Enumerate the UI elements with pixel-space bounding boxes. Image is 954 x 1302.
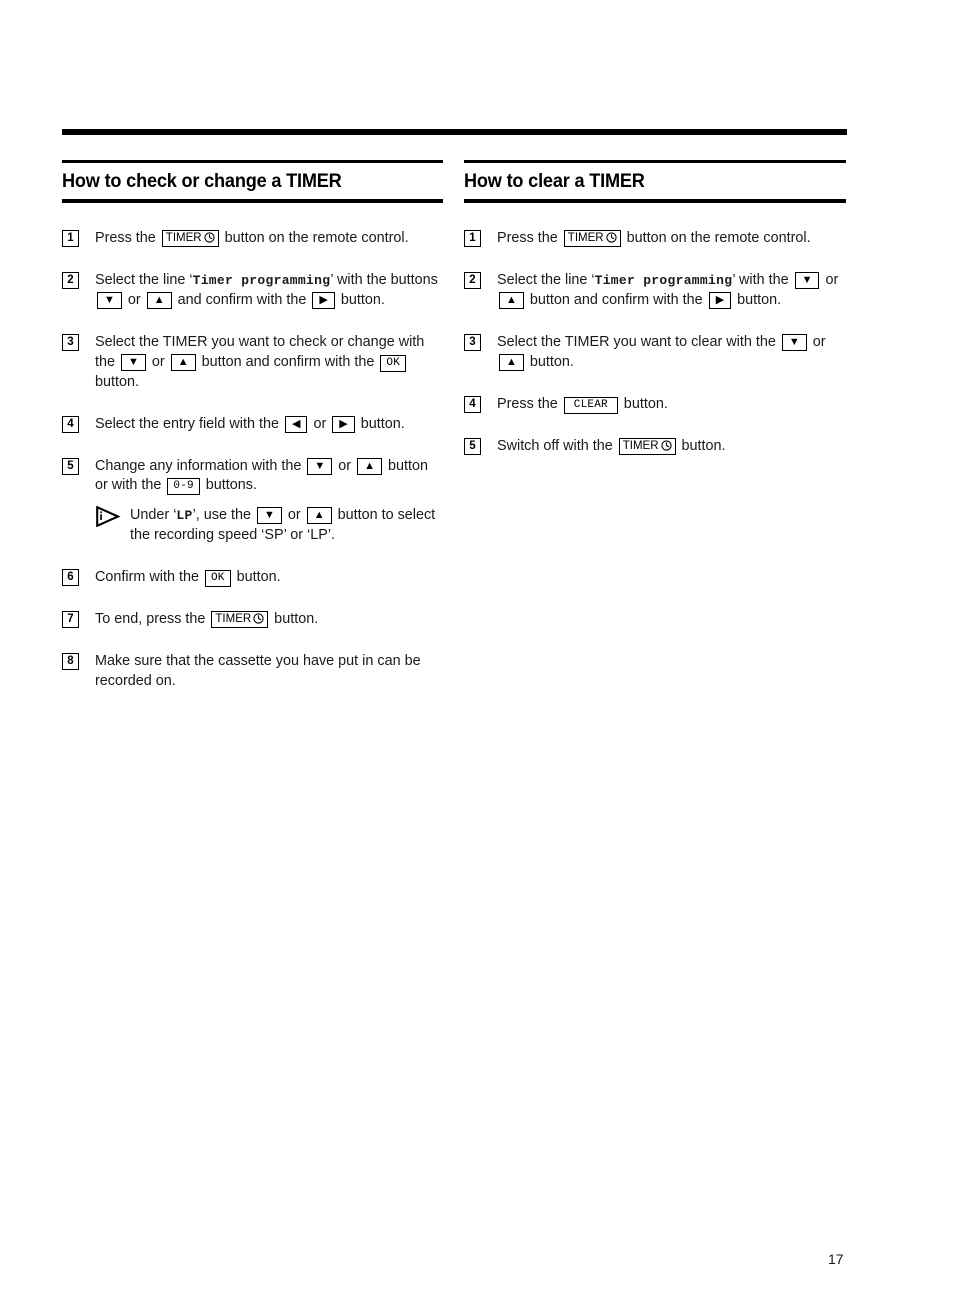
arrow-left-icon: ◀ — [291, 417, 301, 430]
step-item: 4 Select the entry field with the ◀ or ▶ … — [62, 415, 443, 435]
page-number: 17 — [828, 1251, 844, 1267]
step-text: Press the TIMER button on the remote con… — [95, 230, 409, 248]
step-number-badge: 2 — [464, 272, 481, 290]
arrow-down-icon: ▼ — [128, 355, 139, 368]
step-text: Select the TIMER you want to check or ch… — [95, 334, 425, 390]
arrow-up-icon: ▲ — [506, 294, 517, 307]
arrow-up-icon: ▲ — [313, 509, 325, 522]
up-arrow-button-key[interactable]: ▲ — [306, 507, 332, 525]
page-top-rule — [62, 129, 847, 135]
column-check-or-change: How to check or change a TIMER 1 Press th… — [62, 160, 454, 692]
ok-button-key[interactable]: OK — [204, 570, 231, 588]
page-title-right: How to clear a TIMER — [464, 170, 645, 192]
arrow-down-icon: ▼ — [788, 336, 800, 349]
ok-button-key[interactable]: OK — [380, 354, 406, 372]
timer-button-key[interactable]: TIMER — [563, 230, 621, 248]
arrow-up-icon: ▲ — [506, 355, 517, 368]
step-number-badge: 3 — [62, 334, 79, 352]
step-number-badge: 5 — [464, 437, 481, 455]
up-arrow-button-key[interactable]: ▲ — [146, 292, 172, 310]
down-arrow-button-key[interactable]: ▼ — [781, 334, 807, 352]
tip-icon-wrap — [95, 505, 121, 528]
arrow-right-icon: ▶ — [715, 294, 725, 307]
step-item: 6 Confirm with the OK button. — [62, 568, 443, 588]
step-text: Select the line ‘Timer programming’ with… — [95, 272, 438, 310]
two-column-body: How to check or change a TIMER 1 Press th… — [62, 160, 847, 692]
down-arrow-button-key[interactable]: ▼ — [307, 457, 333, 475]
step-text: Press the TIMER button on the remote con… — [497, 230, 811, 248]
literal-value: Timer programming — [594, 273, 733, 289]
step-item: 3 Select the TIMER you want to clear with… — [464, 333, 846, 373]
step-item: 8 Make sure that the cassette you have pu… — [62, 652, 443, 692]
step-text: Change any information with the ▼ or ▲ b… — [95, 457, 428, 496]
down-arrow-button-key[interactable]: ▼ — [794, 272, 820, 290]
literal-value: Timer programming — [192, 273, 331, 289]
0-9-button-key[interactable]: 0-9 — [167, 478, 200, 496]
clear-button-key[interactable]: CLEAR — [563, 396, 618, 414]
up-arrow-button-key[interactable]: ▲ — [499, 353, 524, 371]
step-item: 2 Select the line ‘Timer programming’ wit… — [464, 271, 846, 311]
step-text: Select the entry field with the ◀ or ▶ b… — [95, 415, 405, 433]
step-number-badge: 7 — [62, 610, 79, 628]
step-number-badge: 1 — [464, 230, 481, 248]
arrow-down-icon: ▼ — [104, 294, 115, 307]
timer-button-key[interactable]: TIMER — [161, 230, 219, 248]
step-item: 1 Press the TIMER button on the remote co… — [62, 229, 443, 249]
tip-pointer-icon — [96, 505, 121, 528]
literal-value: LP — [176, 508, 193, 524]
right-arrow-button-key[interactable]: ▶ — [312, 292, 335, 310]
arrow-right-icon: ▶ — [319, 294, 328, 307]
step-number-badge: 3 — [464, 334, 481, 352]
down-arrow-button-key[interactable]: ▼ — [257, 507, 282, 525]
arrow-right-icon: ▶ — [339, 417, 348, 430]
step-number-badge: 1 — [62, 230, 79, 248]
arrow-down-icon: ▼ — [314, 459, 326, 472]
step-text: To end, press the TIMER button. — [95, 610, 319, 628]
step-number-badge: 4 — [464, 395, 481, 413]
up-arrow-button-key[interactable]: ▲ — [170, 353, 196, 371]
manual-page: How to check or change a TIMER 1 Press th… — [0, 0, 954, 1302]
tip-note: Under ‘LP’, use the ▼ or ▲ button to sel… — [95, 505, 443, 546]
arrow-down-icon: ▼ — [264, 509, 275, 522]
heading-rule-bottom — [62, 199, 443, 204]
step-number-badge: 4 — [62, 415, 79, 433]
up-arrow-button-key[interactable]: ▲ — [357, 457, 382, 475]
heading-rule-bottom — [464, 199, 846, 204]
step-item: 3 Select the TIMER you want to check or c… — [62, 333, 443, 393]
page-title-left: How to check or change a TIMER — [62, 170, 342, 192]
step-number-badge: 2 — [62, 272, 79, 290]
right-arrow-button-key[interactable]: ▶ — [708, 292, 732, 310]
down-arrow-button-key[interactable]: ▼ — [121, 353, 146, 371]
step-text: Select the line ‘Timer programming’ with… — [497, 272, 839, 310]
arrow-up-icon: ▲ — [153, 294, 165, 307]
step-text: Make sure that the cassette you have put… — [95, 652, 421, 689]
steps-list-right: 1 Press the TIMER button on the remote co… — [464, 229, 846, 456]
arrow-up-icon: ▲ — [177, 355, 189, 368]
step-text: Switch off with the TIMER button. — [497, 437, 726, 455]
up-arrow-button-key[interactable]: ▲ — [499, 292, 524, 310]
step-number-badge: 6 — [62, 569, 79, 587]
timer-button-key[interactable]: TIMER — [211, 610, 269, 628]
step-text: Select the TIMER you want to clear with … — [497, 334, 826, 371]
steps-list-left: 1 Press the TIMER button on the remote co… — [62, 229, 443, 691]
arrow-up-icon: ▲ — [364, 459, 375, 472]
step-item: 5 Switch off with the TIMER button. — [464, 437, 846, 457]
right-arrow-button-key[interactable]: ▶ — [332, 415, 355, 433]
step-item: 1 Press the TIMER button on the remote co… — [464, 229, 846, 249]
step-item: 4 Press the CLEAR button. — [464, 395, 846, 415]
left-arrow-button-key[interactable]: ◀ — [284, 415, 308, 433]
arrow-down-icon: ▼ — [801, 274, 813, 287]
down-arrow-button-key[interactable]: ▼ — [97, 292, 122, 310]
step-text: Confirm with the OK button. — [95, 569, 281, 588]
step-item: 2 Select the line ‘Timer programming’ wit… — [62, 271, 443, 311]
tip-text: Under ‘LP’, use the ▼ or ▲ button to sel… — [130, 507, 436, 544]
step-item: 7 To end, press the TIMER button. — [62, 610, 443, 630]
step-text: Press the CLEAR button. — [497, 395, 668, 414]
step-number-badge: 8 — [62, 652, 79, 670]
timer-button-key[interactable]: TIMER — [618, 437, 676, 455]
step-number-badge: 5 — [62, 457, 79, 475]
step-item: 5 Change any information with the ▼ or ▲ … — [62, 457, 443, 547]
column-clear: How to clear a TIMER 1 Press the TIMER bu… — [454, 160, 846, 692]
